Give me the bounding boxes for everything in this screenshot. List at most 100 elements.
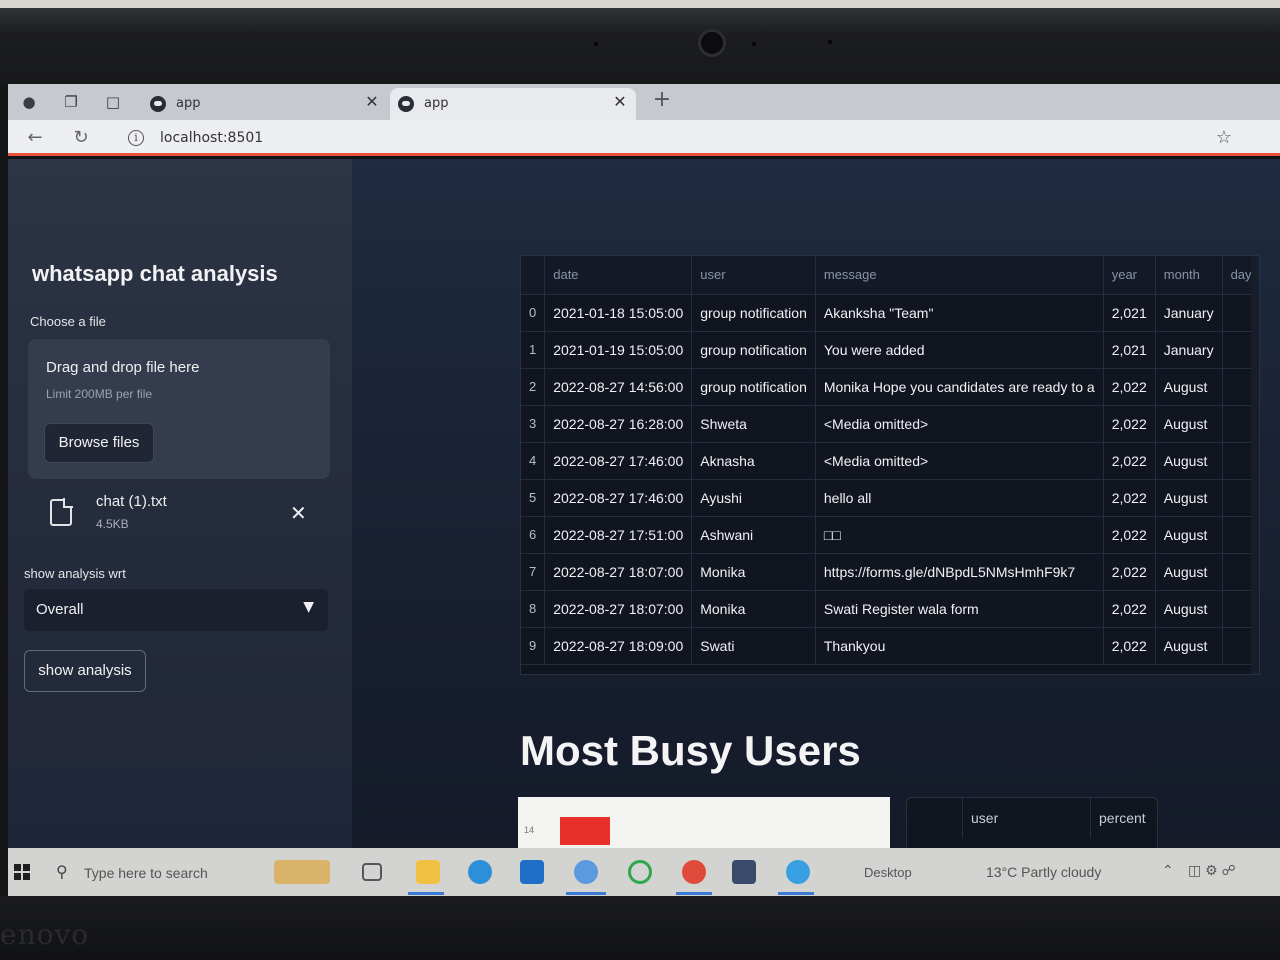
cell-date[interactable]: 2021-01-18 15:05:00: [544, 294, 693, 332]
cell-month[interactable]: August: [1155, 516, 1223, 554]
cell-message[interactable]: You were added: [815, 331, 1104, 369]
chrome-profile-icon[interactable]: [574, 860, 598, 884]
cell-date[interactable]: 2022-08-27 17:51:00: [544, 516, 693, 554]
cell-month[interactable]: August: [1155, 405, 1223, 443]
cell-message[interactable]: Monika Hope you candidates are ready to …: [815, 368, 1104, 406]
busy-column-header-percent[interactable]: percent: [1091, 798, 1157, 838]
table-row[interactable]: 5 2022-08-27 17:46:00 Ayushi hello all 2,022…: [521, 479, 1259, 517]
cell-month[interactable]: August: [1155, 368, 1223, 406]
browse-files-button[interactable]: Browse files: [44, 423, 154, 463]
cell-month[interactable]: August: [1155, 479, 1223, 517]
table-row[interactable]: 7 2022-08-27 18:07:00 Monika https://forms.…: [521, 553, 1259, 591]
column-header-month[interactable]: month: [1155, 256, 1223, 295]
cell-year[interactable]: 2,022: [1103, 368, 1156, 406]
table-row[interactable]: 3 2022-08-27 16:28:00 Shweta <Media omitted…: [521, 405, 1259, 443]
cell-user[interactable]: Ashwani: [691, 516, 816, 554]
busy-column-header-index[interactable]: [907, 798, 963, 838]
cell-year[interactable]: 2,022: [1103, 627, 1156, 665]
cell-message[interactable]: Akanksha "Team": [815, 294, 1104, 332]
cell-month[interactable]: August: [1155, 442, 1223, 480]
cell-user[interactable]: Shweta: [691, 405, 816, 443]
busy-column-header-user[interactable]: user: [963, 798, 1091, 838]
cell-user[interactable]: Monika: [691, 553, 816, 591]
workspaces-icon[interactable]: ❐: [62, 93, 80, 111]
cell-year[interactable]: 2,022: [1103, 516, 1156, 554]
desktop-toolbar-label[interactable]: Desktop: [864, 865, 912, 880]
table-row[interactable]: 8 2022-08-27 18:07:00 Monika Swati Register…: [521, 590, 1259, 628]
table-row[interactable]: 2 2022-08-27 14:56:00 group notification Mo…: [521, 368, 1259, 406]
show-analysis-button[interactable]: show analysis: [24, 650, 146, 692]
column-header-date[interactable]: date: [544, 256, 693, 295]
green-app-icon[interactable]: [628, 860, 652, 884]
table-row[interactable]: 6 2022-08-27 17:51:00 Ashwani □□ 2,022 August: [521, 516, 1259, 554]
tab-actions-icon[interactable]: □: [104, 93, 122, 111]
cell-index[interactable]: 4: [521, 442, 546, 480]
close-tab-icon[interactable]: ✕: [610, 92, 630, 112]
task-view-icon[interactable]: [362, 863, 382, 881]
column-header-message[interactable]: message: [815, 256, 1104, 295]
reload-icon[interactable]: ↻: [70, 127, 92, 149]
cell-year[interactable]: 2,022: [1103, 405, 1156, 443]
cell-year[interactable]: 2,021: [1103, 294, 1156, 332]
cell-date[interactable]: 2022-08-27 18:07:00: [544, 590, 693, 628]
cell-year[interactable]: 2,022: [1103, 553, 1156, 591]
cell-date[interactable]: 2022-08-27 17:46:00: [544, 479, 693, 517]
table-row[interactable]: 0 2021-01-18 15:05:00 group notification Ak…: [521, 294, 1259, 332]
windows-start-icon[interactable]: [14, 864, 30, 880]
cell-date[interactable]: 2022-08-27 16:28:00: [544, 405, 693, 443]
table-row[interactable]: 1 2021-01-19 15:05:00 group notification Yo…: [521, 331, 1259, 369]
cell-date[interactable]: 2022-08-27 18:07:00: [544, 553, 693, 591]
column-header-user[interactable]: user: [691, 256, 816, 295]
cell-year[interactable]: 2,022: [1103, 479, 1156, 517]
cell-index[interactable]: 0: [521, 294, 546, 332]
column-header-index[interactable]: [521, 256, 546, 295]
cell-month[interactable]: January: [1155, 331, 1223, 369]
new-tab-button[interactable]: +: [650, 89, 674, 113]
taskbar-search[interactable]: ⚲ Type here to search: [44, 854, 274, 890]
table-row[interactable]: 9 2022-08-27 18:09:00 Swati Thankyou 2,022 Au…: [521, 627, 1259, 665]
table-row[interactable]: 4 2022-08-27 17:46:00 Aknasha <Media omitte…: [521, 442, 1259, 480]
cell-date[interactable]: 2022-08-27 18:09:00: [544, 627, 693, 665]
edge-icon[interactable]: [786, 860, 810, 884]
outlook-icon[interactable]: [520, 860, 544, 884]
edge-browser-icon[interactable]: [468, 860, 492, 884]
cell-user[interactable]: Monika: [691, 590, 816, 628]
system-tray-icons[interactable]: ◫ ⚙ ☍: [1188, 862, 1236, 879]
cell-message[interactable]: Thankyou: [815, 627, 1104, 665]
cell-user[interactable]: Aknasha: [691, 442, 816, 480]
python-app-icon[interactable]: [732, 860, 756, 884]
file-explorer-icon[interactable]: [416, 860, 440, 884]
analysis-user-select[interactable]: Overall ▼: [24, 589, 328, 631]
profile-icon[interactable]: ●: [20, 93, 38, 111]
chrome-icon[interactable]: [682, 860, 706, 884]
cell-index[interactable]: 8: [521, 590, 546, 628]
cell-month[interactable]: August: [1155, 553, 1223, 591]
cell-user[interactable]: Ayushi: [691, 479, 816, 517]
cell-month[interactable]: August: [1155, 590, 1223, 628]
cell-message[interactable]: □□: [815, 516, 1104, 554]
favorite-star-icon[interactable]: ☆: [1216, 127, 1232, 148]
cell-index[interactable]: 5: [521, 479, 546, 517]
cell-message[interactable]: Swati Register wala form: [815, 590, 1104, 628]
weather-text[interactable]: 13°C Partly cloudy: [986, 864, 1101, 880]
cell-date[interactable]: 2021-01-19 15:05:00: [544, 331, 693, 369]
dataframe-scrollbar[interactable]: [1251, 256, 1259, 674]
cell-message[interactable]: https://forms.gle/dNBpdL5NMsHmhF9k7: [815, 553, 1104, 591]
chevron-up-icon[interactable]: ⌃: [1162, 862, 1174, 879]
cell-user[interactable]: group notification: [691, 331, 816, 369]
cell-message[interactable]: <Media omitted>: [815, 405, 1104, 443]
remove-file-icon[interactable]: ✕: [290, 501, 307, 525]
close-tab-icon[interactable]: ✕: [362, 92, 382, 112]
cell-message[interactable]: hello all: [815, 479, 1104, 517]
file-dropzone[interactable]: Drag and drop file here Limit 200MB per …: [28, 339, 330, 479]
cell-message[interactable]: <Media omitted>: [815, 442, 1104, 480]
cell-index[interactable]: 3: [521, 405, 546, 443]
cell-user[interactable]: group notification: [691, 294, 816, 332]
cell-index[interactable]: 1: [521, 331, 546, 369]
cell-user[interactable]: group notification: [691, 368, 816, 406]
cell-index[interactable]: 9: [521, 627, 546, 665]
site-info-icon[interactable]: i: [128, 130, 144, 146]
cell-month[interactable]: January: [1155, 294, 1223, 332]
cell-month[interactable]: August: [1155, 627, 1223, 665]
search-highlight-image[interactable]: [274, 860, 330, 884]
